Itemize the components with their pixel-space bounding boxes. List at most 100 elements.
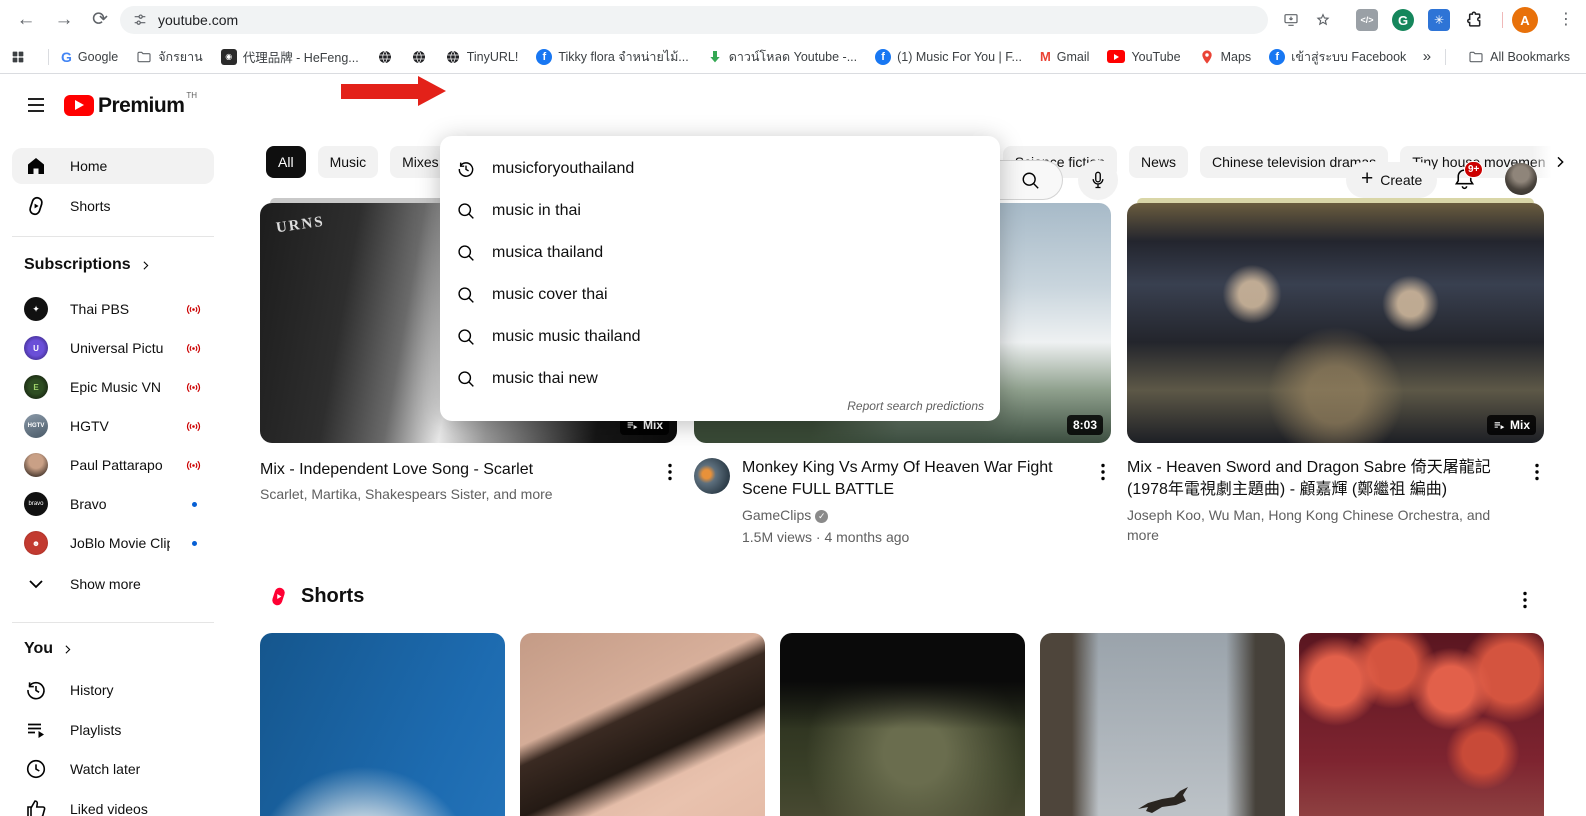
shorts-menu-icon[interactable] [1513,588,1537,612]
channel-joblo[interactable]: ☻ JoBlo Movie Clips [12,525,214,561]
account-avatar[interactable] [1505,163,1537,195]
bookmark-facebook-login[interactable]: f เข้าสู่ระบบ Facebook [1269,47,1406,67]
channel-name: Epic Music VN [70,379,161,395]
install-icon[interactable] [1280,9,1302,31]
bookmark-youtube[interactable]: YouTube [1107,50,1180,64]
short-thumbnail-1[interactable] [260,633,505,816]
bookmark-hefeng[interactable]: ◉ 代理品牌 - HeFeng... [221,47,359,66]
browser-profile-avatar[interactable]: A [1512,7,1538,33]
bookmark-google[interactable]: G Google [61,49,118,65]
sidebar-item-history[interactable]: History [12,672,214,708]
site-icon: ◉ [221,49,237,65]
short-thumbnail-3[interactable] [780,633,1025,816]
video-channel[interactable]: GameClips✓ [742,505,828,525]
video-menu-icon[interactable] [1525,460,1549,484]
suggestion-item[interactable]: music music thailand [440,316,1000,358]
bookmark-tinyurl[interactable]: TinyURL! [445,49,519,65]
bookmarks-bar: G Google จักรยาน ◉ 代理品牌 - HeFeng... [0,40,1586,74]
suggestion-item[interactable]: music in thai [440,190,1000,232]
report-predictions-link[interactable]: Report search predictions [847,399,984,413]
channel-avatar: ☻ [24,531,48,555]
sidebar-item-home[interactable]: Home [12,148,214,184]
live-icon [185,418,202,435]
chevron-down-icon [24,572,48,596]
forward-icon[interactable]: → [52,8,76,32]
subscriptions-header[interactable]: Subscriptions [24,256,152,274]
search-icon [456,327,476,347]
show-more-button[interactable]: Show more [12,566,214,602]
channel-epic-music[interactable]: E Epic Music VN [12,369,214,405]
video-title[interactable]: Mix - Heaven Sword and Dragon Sabre 倚天屠龍… [1127,457,1519,501]
blue-extension-icon[interactable]: ✳ [1428,9,1450,31]
video-title[interactable]: Mix - Independent Love Song - Scarlet [260,459,640,481]
subscriptions-title: Subscriptions [24,256,131,274]
channel-hgtv[interactable]: HGTV HGTV [12,408,214,444]
channel-name: Bravo [70,496,107,512]
chip-music[interactable]: Music [318,146,379,178]
address-bar[interactable]: youtube.com [120,6,1268,34]
sidebar-item-label: Liked videos [70,801,148,816]
bookmark-maps[interactable]: Maps [1199,49,1252,65]
apps-grid-icon[interactable] [10,49,26,65]
site-settings-icon[interactable] [132,12,148,28]
bookmark-folder[interactable]: จักรยาน [136,47,203,67]
new-content-dot [192,541,197,546]
globe-icon [377,49,393,65]
chip-all[interactable]: All [266,146,306,178]
all-bookmarks-label: All Bookmarks [1490,50,1570,64]
bookmark-label: เข้าสู่ระบบ Facebook [1291,47,1406,67]
notifications-button[interactable]: 9+ [1452,167,1478,193]
suggestion-item[interactable]: musicforyouthailand [440,148,1000,190]
short-thumbnail-4[interactable] [1040,633,1285,816]
search-button[interactable] [999,160,1063,200]
home-icon [24,154,48,178]
channel-bravo[interactable]: bravo Bravo [12,486,214,522]
hamburger-menu-icon[interactable] [24,93,48,117]
video-menu-icon[interactable] [1091,460,1115,484]
back-icon[interactable]: ← [14,8,38,32]
bookmark-gmail[interactable]: M Gmail [1040,49,1090,64]
voice-search-button[interactable] [1078,160,1118,200]
channel-avatar-gameclips[interactable] [694,458,730,494]
channel-thai-pbs[interactable]: ✦ Thai PBS [12,291,214,327]
reload-icon[interactable]: ⟳ [88,8,112,32]
video-thumbnail-3[interactable]: Mix [1127,203,1544,443]
sidebar-item-watch-later[interactable]: Watch later [12,751,214,787]
sidebar-item-shorts[interactable]: Shorts [12,188,214,224]
sidebar-item-playlists[interactable]: Playlists [12,712,214,748]
you-header[interactable]: You [24,640,74,658]
chevron-right-icon [1552,154,1568,170]
extensions-puzzle-icon[interactable] [1462,9,1484,31]
short-thumbnail-5[interactable] [1299,633,1544,816]
video-menu-icon[interactable] [658,460,682,484]
suggestion-item[interactable]: music thai new [440,358,1000,400]
chips-scroll-next-button[interactable] [1532,146,1582,178]
create-button[interactable]: + Create [1346,162,1437,198]
bookmark-music-for-you[interactable]: f (1) Music For You | F... [875,49,1022,65]
suggestion-item[interactable]: music cover thai [440,274,1000,316]
channel-universal[interactable]: U Universal Picture... [12,330,214,366]
channel-avatar [24,453,48,477]
browser-menu-icon[interactable]: ⋮ [1554,8,1578,32]
microphone-icon [1088,170,1108,190]
channel-paul-pattarapon[interactable]: Paul Pattarapon ... [12,447,214,483]
youtube-premium-logo[interactable]: Premium TH [64,91,197,118]
suggestion-item[interactable]: musica thailand [440,232,1000,274]
bookmarks-overflow-icon[interactable]: » [1423,48,1431,65]
bookmark-globe-1[interactable] [377,49,393,65]
bookmark-download-youtube[interactable]: ดาวน์โหลด Youtube -... [707,47,857,67]
bookmark-globe-2[interactable] [411,49,427,65]
short-thumbnail-2[interactable] [520,633,765,816]
video-byline[interactable]: Scarlet, Martika, Shakespears Sister, an… [260,484,640,504]
playlists-icon [24,718,48,742]
video-title[interactable]: Monkey King Vs Army Of Heaven War Fight … [742,457,1082,501]
all-bookmarks-button[interactable]: All Bookmarks [1468,49,1570,65]
video-byline[interactable]: Joseph Koo, Wu Man, Hong Kong Chinese Or… [1127,505,1519,545]
bookmark-tikky-flora[interactable]: f Tikky flora จำหน่ายไม้... [536,47,688,67]
devtools-extension-icon[interactable]: </> [1356,9,1378,31]
bookmark-star-icon[interactable] [1312,9,1334,31]
chip-news[interactable]: News [1129,146,1188,178]
sidebar-item-liked-videos[interactable]: Liked videos [12,791,214,816]
playlist-play-icon [1493,419,1506,432]
grammarly-extension-icon[interactable]: G [1392,9,1414,31]
